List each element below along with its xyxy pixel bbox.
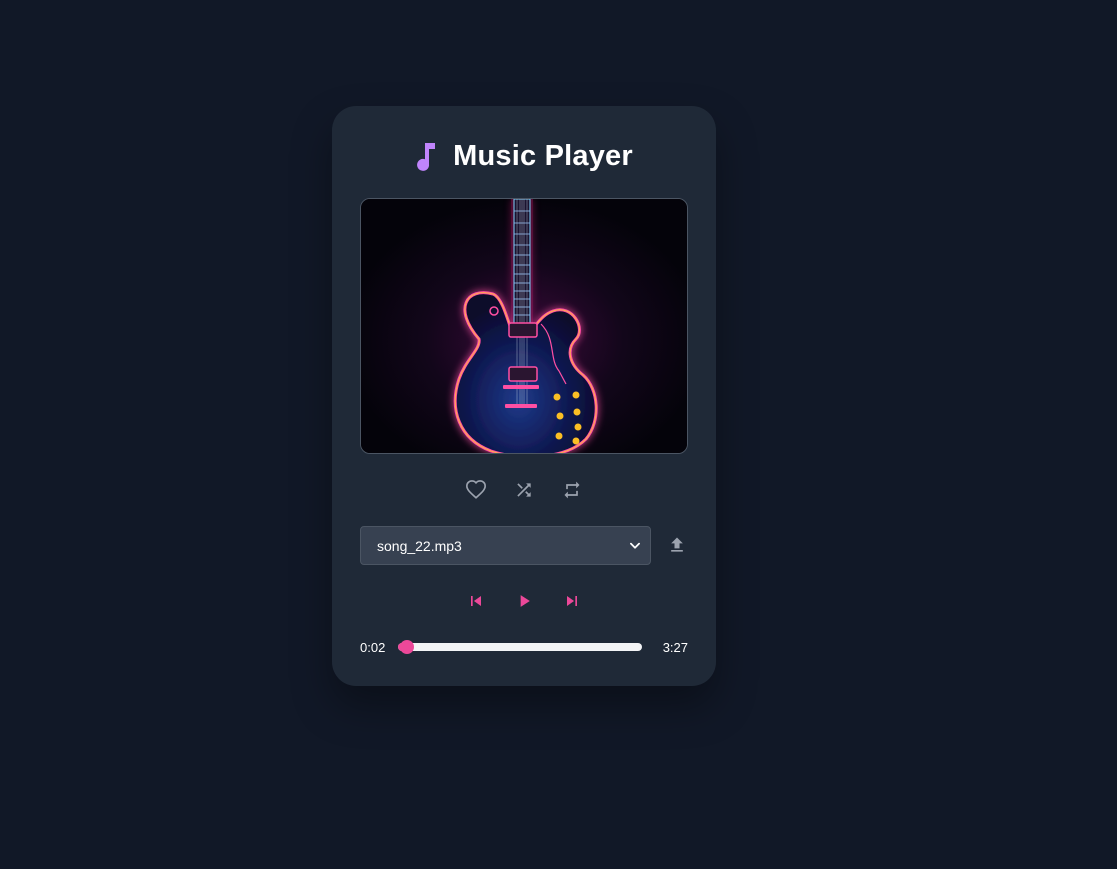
transport-controls (332, 589, 716, 613)
track-select[interactable]: song_22.mp3 (360, 526, 651, 565)
seek-thumb[interactable] (400, 640, 415, 654)
track-actions (332, 478, 716, 502)
seek-slider[interactable] (398, 637, 642, 657)
app-title: Music Player (453, 139, 633, 172)
shuffle-icon (517, 483, 531, 497)
track-select-value: song_22.mp3 (377, 537, 462, 554)
music-player-card: Music Player song_22.mp3 0:02 3:27 (332, 106, 716, 686)
repeat-button[interactable] (560, 478, 584, 502)
skip-previous-icon (471, 596, 481, 606)
duration-time: 3:27 (662, 639, 688, 655)
play-icon (520, 595, 530, 607)
previous-button[interactable] (464, 589, 488, 613)
album-art (360, 198, 688, 454)
neon-guitar-artwork (361, 199, 687, 453)
heart-icon (466, 480, 486, 499)
upload-icon (671, 537, 683, 552)
shuffle-button[interactable] (512, 478, 536, 502)
upload-button[interactable] (665, 533, 689, 557)
play-button[interactable] (512, 589, 536, 613)
next-button[interactable] (560, 589, 584, 613)
repeat-icon (564, 481, 580, 499)
chevron-down-icon (630, 542, 640, 549)
skip-next-icon (567, 596, 577, 606)
header: Music Player (332, 136, 716, 176)
current-time: 0:02 (360, 639, 386, 655)
music-note-icon (415, 140, 439, 172)
favorite-button[interactable] (464, 478, 488, 502)
progress-row: 0:02 3:27 (360, 637, 688, 657)
track-select-row: song_22.mp3 (360, 526, 690, 565)
seek-rail (398, 643, 642, 651)
